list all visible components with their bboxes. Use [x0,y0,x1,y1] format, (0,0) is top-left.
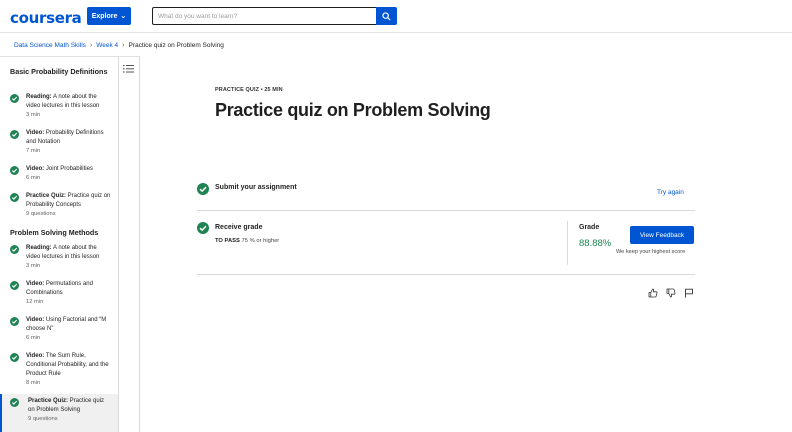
item-meta: 6 min [26,175,41,181]
thumbs-down-icon[interactable] [666,288,676,298]
grade-label: Grade [579,224,600,231]
try-again-link[interactable]: Try again [657,189,684,196]
completed-check-icon [10,130,19,139]
page-title: Practice quiz on Problem Solving [215,100,491,120]
sidebar-item-video-permutations[interactable]: Video: Permutations and Combinations 12 … [0,280,118,307]
sidebar-rail [118,56,140,432]
completed-check-icon [10,281,19,290]
divider [197,210,695,211]
completed-check-icon [10,317,19,326]
completed-check-icon [10,166,19,175]
quiz-type-label: PRACTICE QUIZ • 25 MIN [215,87,283,93]
explore-button[interactable]: Explore ⌄ [87,7,131,25]
top-navigation-bar: coursera Explore ⌄ [0,0,792,33]
item-meta: 3 min [26,112,41,118]
item-title: Joint Probabilities [44,166,93,172]
to-pass-value: 75 % or higher [239,238,280,244]
sidebar-item-quiz-probability-concepts[interactable]: Practice Quiz: Practice quiz on Probabil… [0,192,118,219]
to-pass-label: TO PASS [215,238,240,244]
explore-label: Explore [91,12,118,20]
search-input[interactable] [152,7,376,25]
breadcrumb-course-link[interactable]: Data Science Math Skills [14,42,86,49]
sidebar-item-video-sum-rule[interactable]: Video: The Sum Rule, Conditional Probabi… [0,352,118,388]
search-button[interactable] [376,7,397,25]
flag-icon[interactable] [684,288,694,298]
coursera-logo[interactable]: coursera [10,9,82,27]
item-meta: 7 min [26,148,41,154]
item-kind: Practice Quiz: [28,398,69,404]
divider [197,274,695,275]
submit-assignment-label: Submit your assignment [215,184,297,191]
item-kind: Reading: [26,245,52,251]
item-meta: 9 questions [26,211,56,217]
sidebar-item-quiz-problem-solving[interactable]: Practice Quiz: Practice quiz on Problem … [0,394,118,432]
breadcrumb-current: Practice quiz on Problem Solving [128,41,224,49]
completed-check-icon [10,245,19,254]
chevron-down-icon: ⌄ [120,12,127,20]
sidebar-item-video-probability-definitions[interactable]: Video: Probability Definitions and Notat… [0,129,118,156]
sidebar-item-video-factorial[interactable]: Video: Using Factorial and “M choose N” … [0,316,118,343]
item-meta: 3 min [26,263,41,269]
vertical-divider [567,221,568,265]
item-meta: 6 min [26,335,41,341]
grade-value: 88.88% [579,238,612,249]
item-kind: Video: [26,130,45,136]
sidebar-item-reading-note-2[interactable]: Reading: A note about the video lectures… [0,244,118,271]
completed-check-icon [10,398,19,407]
completed-check-icon [10,94,19,103]
item-kind: Reading: [26,94,52,100]
thumbs-up-icon[interactable] [648,288,658,298]
item-kind: Video: [26,353,45,359]
chevron-right-icon: › [89,41,93,49]
item-kind: Video: [26,317,45,323]
item-meta: 12 min [26,299,44,305]
highest-score-note: We keep your highest score [616,249,686,255]
search-icon [382,11,391,21]
view-feedback-button[interactable]: View Feedback [630,226,694,244]
receive-grade-label: Receive grade [215,224,263,231]
sidebar-item-video-joint-probabilities[interactable]: Video: Joint Probabilities 6 min [0,165,118,183]
grade-complete-check-icon [197,222,209,234]
chevron-right-icon: › [122,41,125,49]
item-kind: Video: [26,166,45,172]
pass-requirement: TO PASS 75 % or higher [215,238,279,244]
submit-complete-check-icon [197,183,209,195]
item-kind: Practice Quiz: [26,193,67,199]
completed-check-icon [10,193,19,202]
breadcrumb: Data Science Math Skills › Week 4 › Prac… [14,40,224,50]
section-title-basic-probability: Basic Probability Definitions [10,67,108,76]
item-kind: Video: [26,281,45,287]
sidebar-item-reading-note[interactable]: Reading: A note about the video lectures… [0,93,118,120]
item-meta: 8 min [26,380,41,386]
item-meta: 9 questions [28,416,58,422]
breadcrumb-week-link[interactable]: Week 4 [96,42,118,49]
outline-toggle-icon[interactable] [123,64,134,74]
section-title-problem-solving: Problem Solving Methods [10,228,99,237]
completed-check-icon [10,353,19,362]
